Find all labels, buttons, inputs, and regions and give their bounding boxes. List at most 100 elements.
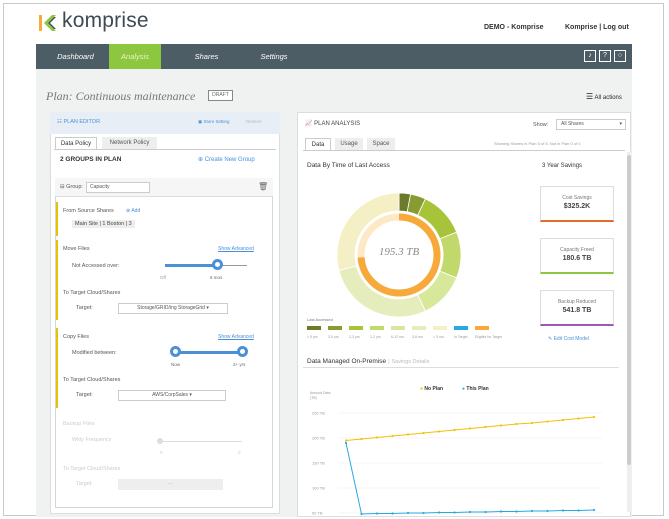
series-point-1-9[interactable] — [484, 510, 487, 514]
series-point-1-7[interactable] — [453, 511, 456, 514]
series-point-0-3[interactable] — [391, 434, 394, 438]
to-target-label-1: To Target Cloud/Shares — [63, 290, 121, 296]
backup-slider-max: 0 — [238, 450, 241, 455]
series-point-1-15[interactable] — [577, 509, 580, 512]
plan-analysis-title-text: PLAN ANALYSIS — [314, 121, 361, 127]
all-actions-menu[interactable]: ☰ All actions — [586, 92, 622, 101]
nav-analysis[interactable]: Analysis — [109, 44, 161, 69]
managed-title-text: Data Managed On-Premise — [307, 358, 387, 365]
series-point-0-15[interactable] — [577, 417, 580, 420]
create-group-button[interactable]: ⊕ Create New Group — [198, 156, 255, 163]
series-point-1-4[interactable] — [406, 511, 410, 515]
tab-data-policy[interactable]: Data Policy — [55, 137, 97, 149]
series-point-0-7[interactable] — [453, 428, 456, 432]
add-label: Add — [131, 208, 141, 214]
series-point-1-0[interactable] — [344, 441, 348, 445]
move-slider-fill — [165, 264, 217, 267]
cost-savings-card[interactable]: Cost Savings $325.2K — [540, 186, 614, 222]
help-icon[interactable]: ? — [599, 50, 611, 62]
brand-name[interactable]: komprise — [62, 9, 149, 33]
edit-cost-model-link[interactable]: ✎ Edit Cost Model — [548, 336, 589, 342]
target-select-2[interactable]: AWS/CorpSales ▾ — [118, 390, 226, 401]
donut-segment-2[interactable] — [417, 198, 458, 240]
show-advanced-move[interactable]: Show Advanced — [218, 246, 254, 252]
group-name-input[interactable]: Capacity — [86, 182, 150, 193]
savings-details-link[interactable]: Savings Details — [391, 359, 429, 365]
series-point-1-11[interactable] — [515, 510, 518, 513]
capacity-freed-card[interactable]: Capacity Freed 180.6 TB — [540, 238, 614, 274]
tab-data[interactable]: Data — [305, 138, 331, 150]
nav-shares[interactable]: Shares — [184, 44, 229, 69]
target-select-3[interactable]: --- — [118, 479, 223, 490]
series-point-1-8[interactable] — [468, 510, 472, 514]
series-point-0-11[interactable] — [515, 422, 518, 426]
managed-divider — [303, 367, 619, 368]
series-point-0-10[interactable] — [499, 424, 503, 427]
tab-space[interactable]: Space — [367, 138, 395, 150]
main-nav: Dashboard Analysis Shares Settings ♪ ? ○ — [36, 44, 632, 69]
collapse-icon[interactable]: ⊟ — [60, 184, 65, 190]
show-select[interactable]: All Shares ▾ — [556, 119, 626, 130]
y-tick-label: 100 TB — [312, 486, 325, 491]
this-plan-swatch: ● — [462, 386, 466, 392]
managed-title: Data Managed On-Premise | Savings Detail… — [307, 358, 430, 365]
legend-label-4: 6-12 mo — [391, 335, 404, 339]
modified-between-label: Modified between: — [72, 350, 117, 356]
trash-icon[interactable]: 🗑 — [258, 182, 268, 191]
copy-slider-knob-max[interactable] — [237, 346, 248, 357]
series-point-0-1[interactable] — [360, 437, 363, 441]
series-point-0-6[interactable] — [437, 430, 441, 433]
store-setting-link[interactable]: ▣ Store Setting — [198, 119, 230, 125]
tab-usage[interactable]: Usage — [335, 138, 363, 150]
legend-label-0: > 5 yrs — [307, 335, 318, 339]
series-point-0-13[interactable] — [546, 420, 549, 423]
shares-value[interactable]: Main Site | 1 Boston | 3 — [72, 220, 135, 228]
series-point-0-0[interactable] — [344, 439, 348, 442]
series-point-0-9[interactable] — [484, 425, 487, 429]
donut-segment-4[interactable] — [417, 270, 458, 312]
backup-reduced-card[interactable]: Backup Reduced 541.8 TB — [540, 290, 614, 326]
move-files-label: Move Files — [63, 246, 90, 252]
series-point-0-5[interactable] — [422, 431, 425, 435]
series-point-1-12[interactable] — [530, 509, 534, 513]
series-point-1-2[interactable] — [375, 512, 379, 515]
nav-dashboard[interactable]: Dashboard — [48, 44, 103, 69]
chart-title: Data By Time of Last Access — [307, 162, 390, 169]
restore-link[interactable]: Restore — [246, 119, 262, 124]
series-point-0-14[interactable] — [561, 418, 565, 422]
series-point-0-8[interactable] — [468, 427, 472, 430]
series-point-0-2[interactable] — [375, 436, 379, 439]
move-slider-knob[interactable] — [212, 259, 223, 270]
series-point-1-5[interactable] — [422, 511, 425, 515]
series-point-1-10[interactable] — [499, 510, 503, 513]
series-point-1-6[interactable] — [437, 511, 441, 514]
backup-slider-knob[interactable] — [157, 438, 163, 444]
y-axis-caption: Amount Data (TB) — [310, 391, 331, 400]
move-slider-value: 6 mos — [210, 275, 223, 280]
cost-savings-value: $325.2K — [563, 203, 591, 210]
series-point-0-16[interactable] — [592, 415, 596, 419]
legend-label-3: 1-2 yrs — [370, 335, 381, 339]
chat-icon[interactable]: ○ — [614, 50, 626, 62]
target-select-1[interactable]: Storage/GRID/ing StorageGrid ▾ — [118, 303, 228, 314]
series-point-1-3[interactable] — [391, 512, 394, 515]
donut-segment-3[interactable] — [439, 231, 462, 279]
all-actions-label: All actions — [594, 95, 622, 101]
series-point-0-12[interactable] — [530, 421, 534, 425]
draft-badge[interactable]: DRAFT — [208, 90, 233, 101]
analysis-scrollbar-thumb[interactable] — [627, 155, 631, 465]
nav-settings[interactable]: Settings — [249, 44, 299, 69]
series-point-1-14[interactable] — [561, 509, 565, 512]
series-point-1-1[interactable] — [360, 512, 363, 516]
series-point-1-16[interactable] — [592, 508, 596, 512]
showing-note: Showing Shares in Plan 5 of 5. Not in Pl… — [494, 141, 581, 146]
copy-slider-knob-min[interactable] — [170, 346, 181, 357]
backup-files-label: Backup Files — [63, 421, 95, 427]
show-advanced-copy[interactable]: Show Advanced — [218, 334, 254, 340]
tab-network-policy[interactable]: Network Policy — [102, 137, 157, 149]
user-links[interactable]: Komprise | Log out — [565, 24, 629, 31]
bell-icon[interactable]: ♪ — [584, 50, 596, 62]
series-point-0-4[interactable] — [406, 433, 410, 436]
add-share-button[interactable]: ⊕ Add — [126, 208, 140, 214]
series-point-1-13[interactable] — [546, 509, 549, 513]
